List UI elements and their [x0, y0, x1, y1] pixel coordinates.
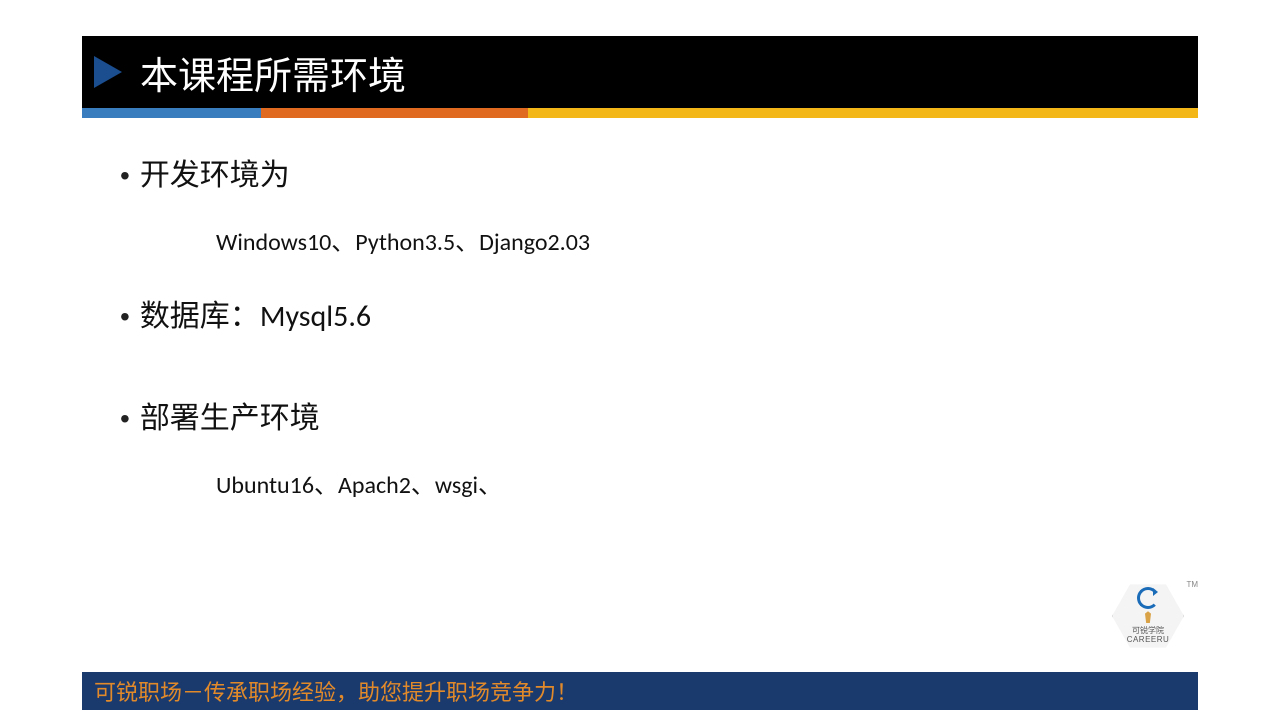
- slide-content: • 开发环境为 Windows10、Python3.5、Django2.03 •…: [120, 150, 1180, 534]
- list-item: • 数据库：Mysql5.6: [120, 291, 1180, 335]
- slide-header: 本课程所需环境: [82, 36, 1198, 108]
- bullet-text: 数据库：Mysql5.6: [140, 291, 371, 335]
- hexagon-icon: 可锐学院 CAREERU: [1112, 580, 1184, 652]
- bullet-icon: •: [120, 162, 130, 190]
- slide-footer: 可锐职场－传承职场经验，助您提升职场竞争力！: [82, 672, 1198, 710]
- tie-icon: [1145, 611, 1151, 623]
- logo-name: 可锐学院 CAREERU: [1127, 627, 1170, 645]
- accent-blue-segment: [82, 108, 261, 118]
- bullet-text: 部署生产环境: [140, 393, 320, 437]
- accent-orange-segment: [261, 108, 529, 118]
- accent-yellow-segment: [528, 108, 1198, 118]
- play-triangle-icon: [94, 56, 122, 88]
- bullet-icon: •: [120, 303, 130, 331]
- trademark-label: TM: [1186, 580, 1198, 589]
- sub-line: Ubuntu16、Apach2、wsgi、: [120, 465, 1180, 500]
- bullet-latin: Mysql5.6: [260, 298, 371, 335]
- list-item: • 开发环境为: [120, 150, 1180, 194]
- bullet-prefix: 数据库：: [140, 300, 260, 333]
- brand-logo: TM 可锐学院 CAREERU: [1108, 576, 1188, 656]
- accent-strip: [82, 108, 1198, 118]
- bullet-text: 开发环境为: [140, 150, 290, 194]
- slide-title: 本课程所需环境: [140, 45, 406, 100]
- circular-arrow-icon: [1137, 587, 1159, 609]
- sub-line: Windows10、Python3.5、Django2.03: [120, 222, 1180, 257]
- list-item: • 部署生产环境: [120, 393, 1180, 437]
- bullet-icon: •: [120, 405, 130, 433]
- footer-tagline: 可锐职场－传承职场经验，助您提升职场竞争力！: [94, 675, 578, 707]
